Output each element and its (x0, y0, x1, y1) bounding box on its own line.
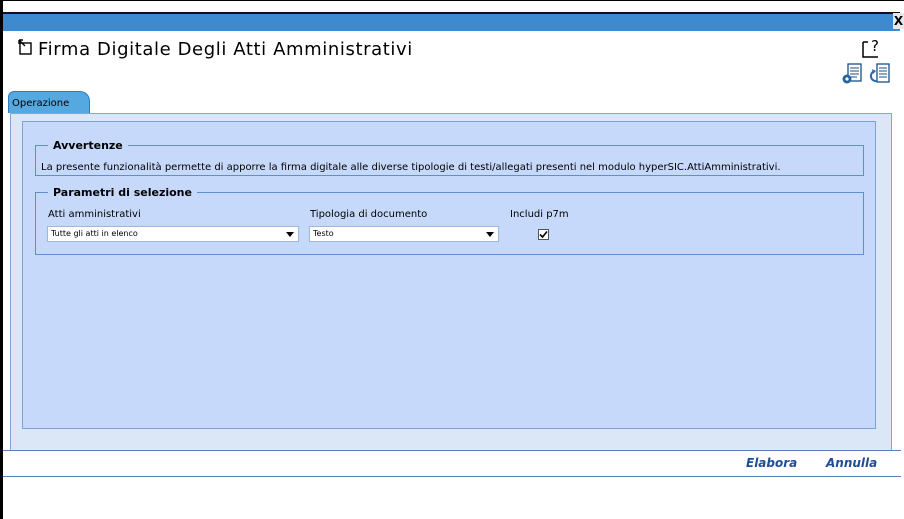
svg-text:?: ? (871, 37, 879, 55)
atti-select[interactable]: Tutte gli atti in elenco (47, 226, 299, 242)
export-icon[interactable] (18, 38, 34, 60)
selection-group: Parametri di selezione (35, 186, 864, 255)
elabora-button[interactable]: Elabora (746, 456, 797, 470)
tipologia-select[interactable]: Testo (309, 226, 499, 242)
tipologia-label: Tipologia di documento (310, 209, 428, 220)
close-icon[interactable]: X (893, 13, 904, 29)
tab-operazione[interactable]: Operazione (8, 91, 90, 113)
window-title-bar (3, 12, 900, 31)
warnings-legend: Avvertenze (53, 139, 123, 152)
p7m-checkbox[interactable] (538, 229, 549, 240)
page-title: Firma Digitale Degli Atti Amministrativi (38, 38, 413, 60)
annulla-button[interactable]: Annulla (826, 456, 877, 470)
atti-select-value: Tutte gli atti in elenco (51, 229, 138, 238)
help-icon[interactable]: ? (862, 36, 884, 58)
atti-label: Atti amministrativi (48, 209, 141, 220)
footer-bottom-divider (3, 476, 901, 477)
warnings-group: Avvertenze La presente funzionalità perm… (35, 139, 864, 176)
chevron-down-icon (486, 232, 494, 237)
refresh-document-icon[interactable] (868, 62, 892, 88)
tipologia-select-value: Testo (313, 229, 334, 238)
selection-legend: Parametri di selezione (53, 186, 192, 199)
p7m-label: Includi p7m (510, 209, 569, 220)
warnings-text: La presente funzionalità permette di app… (41, 162, 781, 173)
footer-divider (3, 450, 901, 451)
page-title-group: Firma Digitale Degli Atti Amministrativi (18, 36, 413, 62)
chevron-down-icon (286, 232, 294, 237)
settings-document-icon[interactable] (840, 62, 864, 88)
toolbar-icons (840, 62, 892, 88)
